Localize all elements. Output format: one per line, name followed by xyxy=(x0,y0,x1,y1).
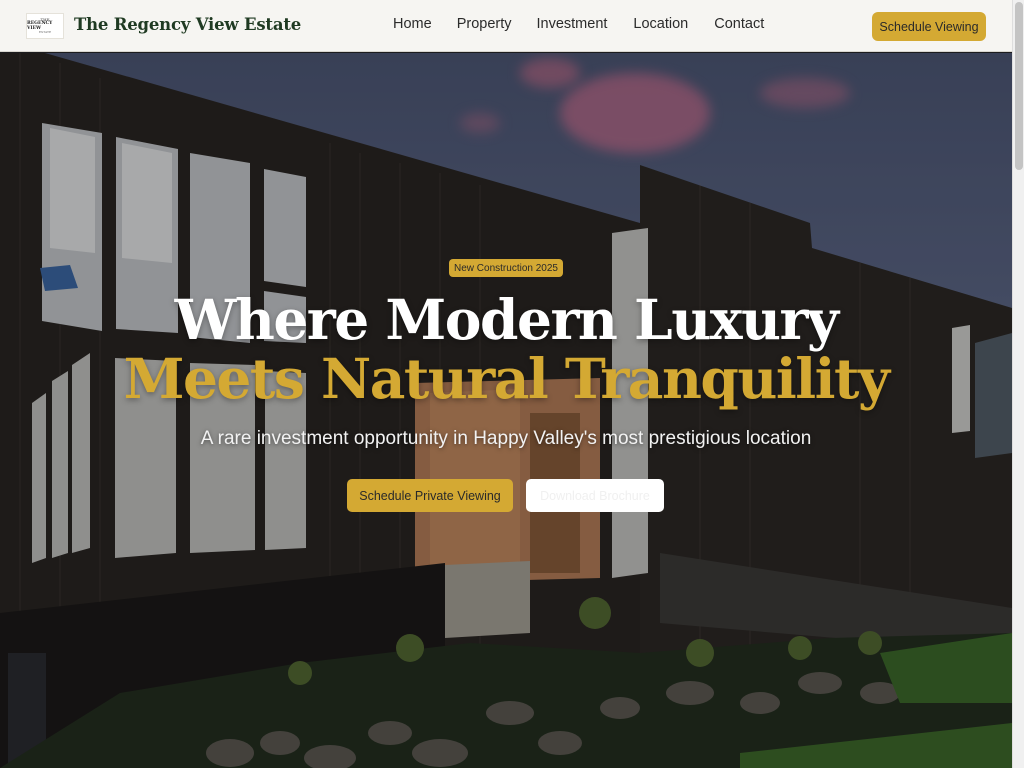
site-header: THE REGENCY VIEW ESTATE The Regency View… xyxy=(0,0,1012,52)
main-nav: Home Property Investment Location Contac… xyxy=(393,16,764,32)
hero-subtitle: A rare investment opportunity in Happy V… xyxy=(200,428,812,449)
page-scrollbar[interactable] xyxy=(1012,0,1024,768)
scrollbar-thumb[interactable] xyxy=(1015,2,1023,170)
new-construction-badge: New Construction 2025 xyxy=(449,259,563,277)
nav-link-home[interactable]: Home xyxy=(393,16,432,32)
nav-link-property[interactable]: Property xyxy=(457,16,512,32)
hero-title-line2: Meets Natural Tranquility xyxy=(123,346,890,411)
download-brochure-button[interactable]: Download Brochure xyxy=(526,479,664,512)
logo[interactable]: THE REGENCY VIEW ESTATE xyxy=(26,13,64,39)
nav-link-investment[interactable]: Investment xyxy=(537,16,608,32)
hero-title-line1: Where Modern Luxury xyxy=(174,287,839,352)
schedule-viewing-button[interactable]: Schedule Viewing xyxy=(872,12,986,41)
schedule-private-viewing-button[interactable]: Schedule Private Viewing xyxy=(347,479,513,512)
hero-section: New Construction 2025 Where Modern Luxur… xyxy=(0,53,1012,768)
logo-text-bottom: ESTATE xyxy=(38,30,52,35)
brand-name[interactable]: The Regency View Estate xyxy=(74,15,301,34)
nav-link-contact[interactable]: Contact xyxy=(714,16,764,32)
nav-link-location[interactable]: Location xyxy=(633,16,688,32)
